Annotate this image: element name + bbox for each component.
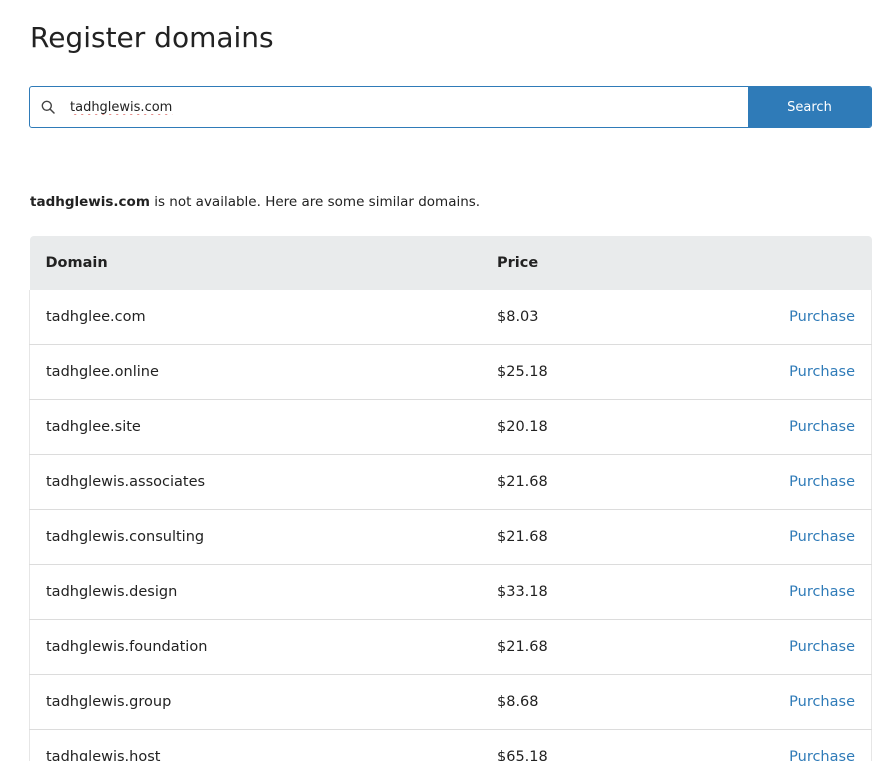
domain-cell: tadhglee.online xyxy=(29,344,481,400)
price-cell: $8.03 xyxy=(481,290,660,345)
table-row: tadhglewis.foundation $21.68 Purchase xyxy=(29,619,873,675)
purchase-link[interactable]: Purchase xyxy=(789,529,855,545)
action-cell: Purchase xyxy=(659,290,873,345)
action-cell: Purchase xyxy=(659,674,873,730)
domain-cell: tadhglee.com xyxy=(29,290,481,345)
price-cell: $8.68 xyxy=(481,674,660,730)
action-cell: Purchase xyxy=(659,344,873,400)
availability-message: tadhglewis.com is not available. Here ar… xyxy=(30,192,480,212)
domain-cell: tadhglewis.foundation xyxy=(29,619,481,675)
price-cell: $21.68 xyxy=(481,509,660,565)
search-icon xyxy=(30,87,66,127)
domain-cell: tadhglewis.group xyxy=(29,674,481,730)
domain-cell: tadhglewis.design xyxy=(29,564,481,620)
table-row: tadhglewis.group $8.68 Purchase xyxy=(29,674,873,730)
availability-text: is not available. Here are some similar … xyxy=(149,194,481,210)
column-header-action xyxy=(659,236,872,290)
column-header-domain: Domain xyxy=(29,236,481,290)
purchase-link[interactable]: Purchase xyxy=(789,309,855,325)
purchase-link[interactable]: Purchase xyxy=(789,364,855,380)
action-cell: Purchase xyxy=(659,564,873,620)
price-cell: $25.18 xyxy=(481,344,660,400)
action-cell: Purchase xyxy=(659,399,873,455)
domain-results-table: Domain Price tadhglee.com $8.03 Purchase… xyxy=(29,236,873,761)
domain-search-input[interactable] xyxy=(66,87,748,127)
purchase-link[interactable]: Purchase xyxy=(789,584,855,600)
table-row: tadhglee.com $8.03 Purchase xyxy=(29,290,873,345)
domain-cell: tadhglewis.associates xyxy=(29,454,481,510)
purchase-link[interactable]: Purchase xyxy=(789,419,855,435)
purchase-link[interactable]: Purchase xyxy=(789,694,855,710)
price-cell: $21.68 xyxy=(481,454,660,510)
purchase-link[interactable]: Purchase xyxy=(789,639,855,655)
table-row: tadhglee.site $20.18 Purchase xyxy=(29,399,873,455)
unavailable-domain: tadhglewis.com xyxy=(30,194,150,210)
page-title: Register domains xyxy=(30,21,274,54)
table-row: tadhglewis.design $33.18 Purchase xyxy=(29,564,873,620)
table-header-row: Domain Price xyxy=(29,236,872,290)
action-cell: Purchase xyxy=(659,509,873,565)
action-cell: Purchase xyxy=(659,729,873,761)
domain-cell: tadhglee.site xyxy=(29,399,481,455)
table-row: tadhglewis.consulting $21.68 Purchase xyxy=(29,509,873,565)
action-cell: Purchase xyxy=(659,619,873,675)
price-cell: $33.18 xyxy=(481,564,660,620)
domain-search-bar: Search xyxy=(29,86,872,128)
table-row: tadhglee.online $25.18 Purchase xyxy=(29,344,873,400)
search-button[interactable]: Search xyxy=(748,87,871,127)
table-row: tadhglewis.associates $21.68 Purchase xyxy=(29,454,873,510)
table-row: tadhglewis.host $65.18 Purchase xyxy=(29,729,873,761)
price-cell: $21.68 xyxy=(481,619,660,675)
action-cell: Purchase xyxy=(659,454,873,510)
price-cell: $65.18 xyxy=(481,729,660,761)
price-cell: $20.18 xyxy=(481,399,660,455)
domain-cell: tadhglewis.host xyxy=(29,729,481,761)
domain-cell: tadhglewis.consulting xyxy=(29,509,481,565)
purchase-link[interactable]: Purchase xyxy=(789,749,855,761)
purchase-link[interactable]: Purchase xyxy=(789,474,855,490)
column-header-price: Price xyxy=(481,236,660,290)
